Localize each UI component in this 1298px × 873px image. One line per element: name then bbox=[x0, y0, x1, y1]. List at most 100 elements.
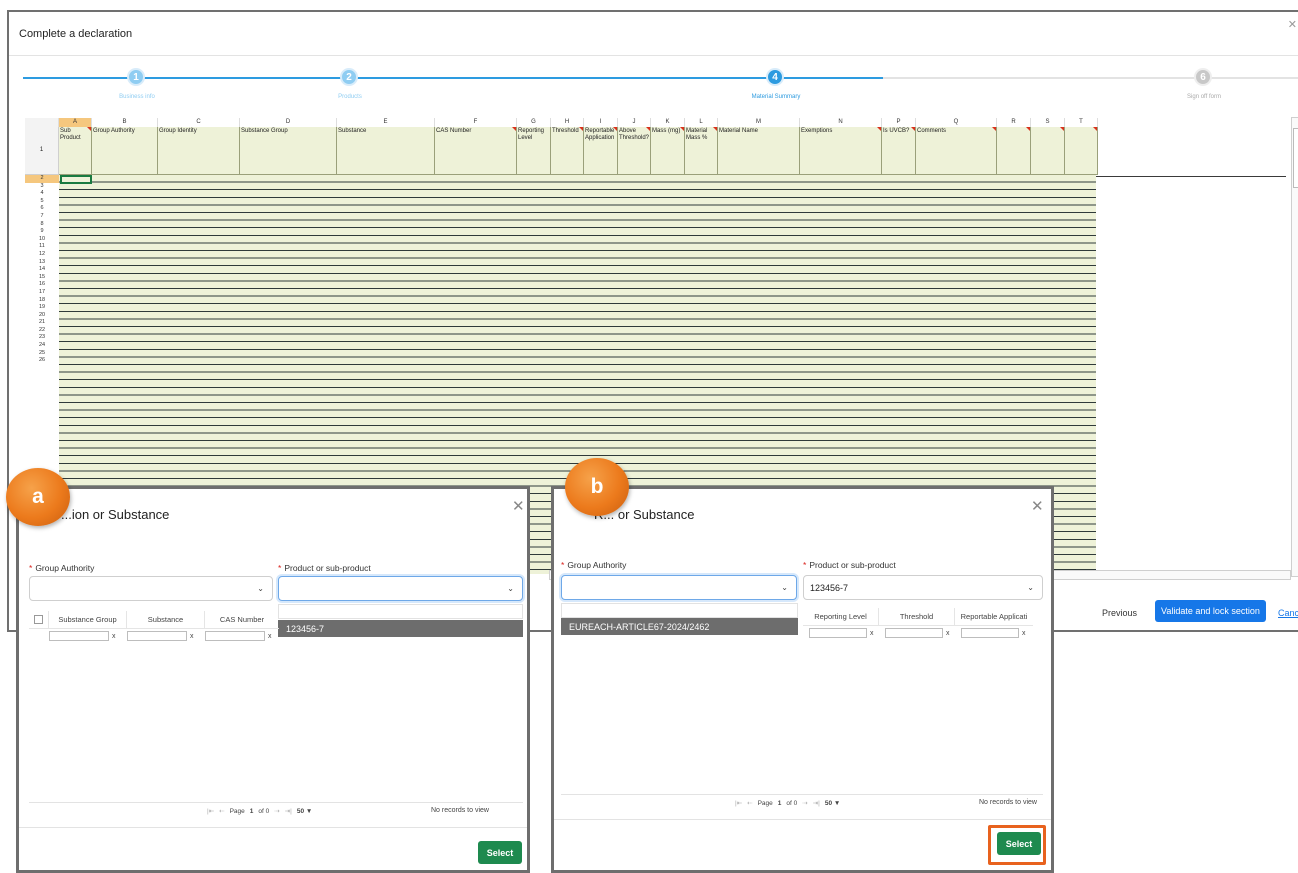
filter-input[interactable] bbox=[49, 631, 109, 641]
filter-input[interactable] bbox=[961, 628, 1019, 638]
row-number[interactable]: 24 bbox=[25, 342, 59, 350]
column-header[interactable]: Substance Group bbox=[49, 611, 127, 628]
header-cell[interactable]: Substance bbox=[337, 127, 435, 175]
clear-filter-icon[interactable]: x bbox=[268, 633, 272, 640]
selected-cell[interactable] bbox=[60, 175, 92, 184]
page-size-select[interactable]: 50 ▼ bbox=[825, 800, 840, 807]
step-sign-off[interactable]: 6 Sign off form bbox=[1187, 68, 1221, 100]
close-icon[interactable]: ✕ bbox=[512, 497, 525, 515]
column-letter[interactable]: D bbox=[240, 118, 337, 127]
first-page-icon[interactable]: |⇤ bbox=[207, 807, 214, 815]
filter-input[interactable] bbox=[809, 628, 867, 638]
filter-input[interactable] bbox=[885, 628, 943, 638]
page-number[interactable]: 1 bbox=[250, 808, 254, 815]
row-number[interactable]: 15 bbox=[25, 274, 59, 282]
row-number[interactable]: 3 bbox=[25, 183, 59, 191]
group-authority-select[interactable]: ⌄ bbox=[561, 575, 797, 600]
column-letter[interactable]: Q bbox=[916, 118, 997, 127]
column-letter[interactable]: F bbox=[435, 118, 517, 127]
column-header[interactable]: CAS Number bbox=[205, 611, 279, 628]
select-button[interactable]: Select bbox=[478, 841, 522, 864]
first-page-icon[interactable]: |⇤ bbox=[735, 799, 742, 807]
next-page-icon[interactable]: ⇢ bbox=[802, 799, 807, 807]
column-letter[interactable]: K bbox=[651, 118, 685, 127]
step-products[interactable]: 2 Products bbox=[338, 68, 362, 100]
select-all-checkbox[interactable] bbox=[34, 615, 43, 624]
header-cell[interactable]: Threshold bbox=[551, 127, 584, 175]
header-cell[interactable]: Comments bbox=[916, 127, 997, 175]
column-letter[interactable]: S bbox=[1031, 118, 1065, 127]
clear-filter-icon[interactable]: x bbox=[112, 633, 116, 640]
column-header[interactable]: Threshold bbox=[879, 608, 955, 625]
header-cell[interactable]: Exemptions bbox=[800, 127, 882, 175]
clear-filter-icon[interactable]: x bbox=[190, 633, 194, 640]
header-cell[interactable] bbox=[1065, 127, 1098, 175]
header-cell[interactable]: Substance Group bbox=[240, 127, 337, 175]
group-authority-select[interactable]: ⌄ bbox=[29, 576, 273, 601]
row-number[interactable]: 23 bbox=[25, 334, 59, 342]
prev-page-icon[interactable]: ⇠ bbox=[219, 807, 224, 815]
column-letter[interactable]: E bbox=[337, 118, 435, 127]
filter-input[interactable] bbox=[205, 631, 265, 641]
column-letter[interactable]: T bbox=[1065, 118, 1098, 127]
step-business-info[interactable]: 1 Business info bbox=[119, 68, 155, 100]
row-number[interactable]: 14 bbox=[25, 266, 59, 274]
clear-filter-icon[interactable]: x bbox=[1022, 630, 1026, 637]
header-cell[interactable]: Is UVCB? bbox=[882, 127, 916, 175]
product-select[interactable]: 123456-7 ⌄ bbox=[803, 575, 1043, 600]
header-cell[interactable]: CAS Number bbox=[435, 127, 517, 175]
column-letter[interactable]: P bbox=[882, 118, 916, 127]
header-cell[interactable] bbox=[1031, 127, 1065, 175]
row-number[interactable]: 8 bbox=[25, 221, 59, 229]
header-cell[interactable]: Reporting Level bbox=[517, 127, 551, 175]
header-cell[interactable]: Group Authority bbox=[92, 127, 158, 175]
close-icon[interactable]: ✕ bbox=[1031, 497, 1044, 515]
row-number[interactable]: 9 bbox=[25, 228, 59, 236]
column-letter[interactable]: M bbox=[718, 118, 800, 127]
cancel-link[interactable]: Cancel bbox=[1278, 608, 1298, 618]
row-number[interactable]: 12 bbox=[25, 251, 59, 259]
row-number[interactable]: 17 bbox=[25, 289, 59, 297]
header-cell[interactable]: Material Name bbox=[718, 127, 800, 175]
row-number[interactable]: 22 bbox=[25, 327, 59, 335]
column-letter[interactable]: L bbox=[685, 118, 718, 127]
header-cell[interactable]: Material Mass % bbox=[685, 127, 718, 175]
step-material-summary[interactable]: 4 Material Summary bbox=[752, 68, 800, 100]
filter-input[interactable] bbox=[127, 631, 187, 641]
dropdown-option[interactable]: 123456-7 bbox=[278, 620, 523, 637]
product-select[interactable]: ⌄ bbox=[278, 576, 523, 601]
column-header[interactable]: Reportable Applicati bbox=[955, 608, 1033, 625]
row-number[interactable]: 26 bbox=[25, 357, 59, 365]
column-letter[interactable]: C bbox=[158, 118, 240, 127]
row-number[interactable]: 6 bbox=[25, 205, 59, 213]
last-page-icon[interactable]: ⇥| bbox=[285, 807, 292, 815]
row-number[interactable]: 18 bbox=[25, 297, 59, 305]
scrollbar-thumb[interactable] bbox=[1293, 128, 1298, 188]
header-cell[interactable]: Group Identity bbox=[158, 127, 240, 175]
row-number[interactable]: 11 bbox=[25, 243, 59, 251]
row-number[interactable]: 4 bbox=[25, 190, 59, 198]
header-cell[interactable]: Sub Product bbox=[59, 127, 92, 175]
column-letter[interactable]: R bbox=[997, 118, 1031, 127]
column-letter[interactable]: J bbox=[618, 118, 651, 127]
column-letter[interactable]: H bbox=[551, 118, 584, 127]
validate-and-lock-button[interactable]: Validate and lock section bbox=[1155, 600, 1266, 622]
column-letter[interactable]: A bbox=[59, 118, 92, 127]
header-cell[interactable] bbox=[997, 127, 1031, 175]
next-page-icon[interactable]: ⇢ bbox=[274, 807, 279, 815]
clear-filter-icon[interactable]: x bbox=[946, 630, 950, 637]
row-number[interactable]: 21 bbox=[25, 319, 59, 327]
header-cell[interactable]: Above Threshold? bbox=[618, 127, 651, 175]
column-letter[interactable]: G bbox=[517, 118, 551, 127]
row-number[interactable]: 19 bbox=[25, 304, 59, 312]
page-number[interactable]: 1 bbox=[778, 800, 782, 807]
row-number[interactable]: 2 bbox=[25, 175, 59, 183]
header-cell[interactable]: Mass (mg) bbox=[651, 127, 685, 175]
row-number[interactable]: 25 bbox=[25, 350, 59, 358]
row-number[interactable]: 16 bbox=[25, 281, 59, 289]
page-size-select[interactable]: 50 ▼ bbox=[297, 808, 312, 815]
header-cell[interactable]: Reportable Application bbox=[584, 127, 618, 175]
previous-button[interactable]: Previous bbox=[1102, 608, 1137, 618]
dropdown-empty-option[interactable] bbox=[561, 603, 798, 618]
row-number[interactable]: 5 bbox=[25, 198, 59, 206]
